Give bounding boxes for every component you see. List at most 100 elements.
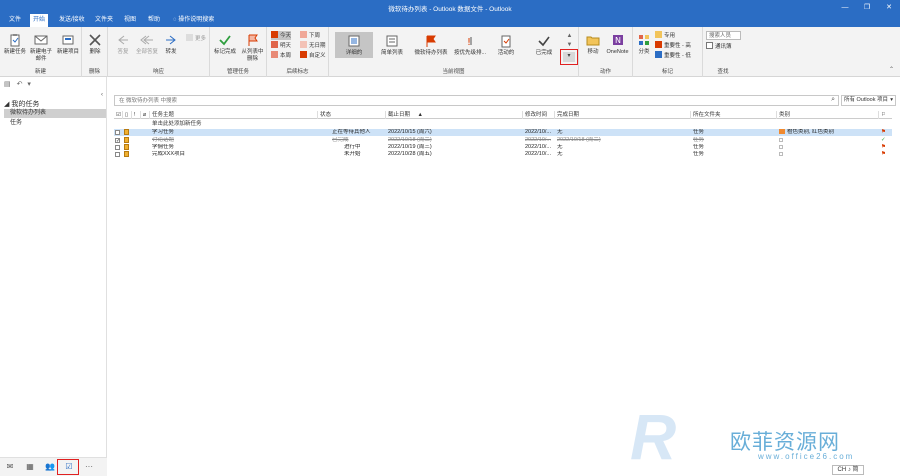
complete-checkbox[interactable]: ✓	[115, 138, 120, 144]
flag-next-week-button[interactable]: 下周	[300, 31, 320, 40]
tab-send-receive[interactable]: 发送/接收	[56, 14, 88, 27]
view-simple-list[interactable]: 简单列表	[375, 34, 409, 57]
new-items-icon	[62, 35, 74, 45]
customize-toolbar-icon[interactable]: ▾	[27, 81, 31, 88]
flag-icon[interactable]: ⚑	[881, 129, 891, 136]
complete-checkbox[interactable]	[115, 145, 120, 150]
ribbon: 新建任务 新建电子邮件 新建项目 新建 删除 删除 答复 全部答复 转发 更多 …	[0, 27, 900, 77]
column-attachment-icon[interactable]: ⌀	[141, 111, 150, 119]
highlight-box-tasks-icon	[57, 459, 79, 475]
tab-help[interactable]: 帮助	[145, 14, 163, 27]
search-input[interactable]	[119, 97, 819, 105]
nav-item-todo-list[interactable]: 微软待办列表	[4, 109, 106, 118]
tell-me-search[interactable]: ◌ 操作说明搜索	[170, 14, 217, 27]
undo-icon[interactable]: ↶	[17, 81, 23, 88]
private-button[interactable]: 专用	[655, 31, 675, 40]
search-icon[interactable]: ⌕	[831, 96, 835, 104]
column-subject[interactable]: 任务主题	[150, 111, 318, 119]
new-task-button[interactable]: 新建任务	[3, 33, 27, 56]
move-button[interactable]: 移动	[583, 33, 603, 56]
table-row[interactable]: 完成XXX项目 未开始 2022/10/28 (周五) 2022/10/... …	[114, 151, 892, 158]
flag-icon	[300, 41, 307, 48]
column-flag-icon[interactable]: ⚐	[879, 111, 891, 119]
categorize-button[interactable]: 分类	[636, 33, 652, 56]
column-status[interactable]: 状态	[318, 111, 386, 119]
add-task-row[interactable]: 单击此处添加新任务	[114, 120, 892, 128]
view-completed[interactable]: 已完成	[528, 34, 560, 57]
reply-all-icon	[140, 35, 153, 45]
tab-home[interactable]: 开始	[30, 14, 49, 28]
view-active[interactable]: 活动的	[490, 34, 522, 57]
calendar-icon[interactable]: ▦	[25, 462, 35, 472]
flag-tomorrow-button[interactable]: 明天	[271, 41, 291, 50]
more-icon	[186, 34, 193, 41]
forward-icon	[166, 35, 176, 45]
mail-icon[interactable]: ✉	[5, 462, 15, 472]
tab-folder[interactable]: 文件夹	[92, 14, 116, 27]
view-todo-list[interactable]: 微软待办列表	[411, 34, 451, 57]
complete-checkbox[interactable]	[115, 130, 120, 135]
search-scope-dropdown[interactable]: 所有 Outlook 项目 ▾	[841, 95, 896, 106]
search-people-input[interactable]: 搜索人员	[706, 31, 741, 40]
column-due-date[interactable]: 截止日期 ▲	[386, 111, 523, 119]
view-gallery-scroll-up[interactable]: ▲	[565, 33, 574, 41]
remove-from-list-button[interactable]: 从列表中删除	[239, 33, 266, 62]
tab-file[interactable]: 文件	[6, 14, 24, 27]
tab-view[interactable]: 视图	[121, 14, 139, 27]
restore-button[interactable]: ❐	[856, 0, 878, 14]
flag-icon[interactable]: ⚑	[881, 144, 891, 151]
importance-high-button[interactable]: 重要性 - 高	[655, 41, 691, 50]
collapse-ribbon-icon[interactable]: ⌃	[889, 66, 894, 73]
new-item-button[interactable]: 新建项目	[55, 33, 81, 56]
complete-checkbox[interactable]	[115, 152, 120, 157]
flag-no-date-button[interactable]: 无日期	[300, 41, 326, 50]
ribbon-group-actions: 移动 N OneNote 动作	[579, 27, 633, 77]
reply-button[interactable]: 答复	[112, 33, 134, 56]
table-row[interactable]: ✓ 讨论话题 已完成 2022/10/18 (周二) 2022/10/... 2…	[114, 137, 892, 144]
column-importance-icon[interactable]: !	[132, 111, 141, 119]
task-modified: 2022/10/...	[525, 129, 551, 135]
new-email-button[interactable]: 新建电子邮件	[28, 33, 54, 62]
task-modified: 2022/10/...	[525, 151, 551, 157]
table-row[interactable]: 学佣任务 进行中 2022/10/19 (周三) 2022/10/... 无 任…	[114, 144, 892, 151]
column-category[interactable]: 类别	[777, 111, 879, 119]
mark-complete-button[interactable]: 标记完成	[212, 33, 238, 56]
column-completed[interactable]: 完成日期	[555, 111, 691, 119]
column-modified[interactable]: 修改时间	[523, 111, 555, 119]
task-category	[779, 144, 877, 151]
people-icon[interactable]: 👥	[45, 462, 55, 472]
view-prioritized[interactable]: ! 按优先级排...	[452, 34, 488, 57]
onenote-button[interactable]: N OneNote	[604, 33, 631, 56]
task-category	[779, 137, 877, 144]
task-folder: 任务	[693, 129, 705, 135]
delete-x-icon	[89, 34, 101, 46]
flag-today-button[interactable]: 今天	[271, 31, 292, 40]
importance-low-button[interactable]: 重要性 - 低	[655, 51, 691, 60]
column-folder[interactable]: 所在文件夹	[691, 111, 777, 119]
task-category	[779, 151, 877, 158]
flag-icon[interactable]: ⚑	[881, 151, 891, 158]
reply-all-button[interactable]: 全部答复	[135, 33, 159, 56]
table-row[interactable]: 学习任务 正在等待其他人 2022/10/15 (周六) 2022/10/...…	[114, 129, 892, 136]
address-book-button[interactable]: 通讯簿	[706, 42, 732, 51]
collapse-pane-icon[interactable]: ‹	[101, 92, 103, 98]
nav-item-tasks[interactable]: 任务	[4, 119, 106, 128]
column-type-icon[interactable]: ▯	[123, 111, 132, 119]
forward-button[interactable]: 转发	[160, 33, 182, 56]
close-button[interactable]: ✕	[878, 0, 900, 14]
priority-icon: !	[467, 37, 472, 48]
column-complete-icon[interactable]: ☑	[114, 111, 123, 119]
more-apps-icon[interactable]: ···	[84, 462, 94, 472]
ime-indicator[interactable]: CH ♪ 简	[832, 465, 864, 475]
my-tasks-header[interactable]: ◢ 我的任务	[4, 99, 39, 109]
flag-custom-button[interactable]: 自定义	[300, 51, 326, 60]
more-button[interactable]: 更多	[186, 34, 206, 43]
folder-toggle-icon[interactable]: ▤	[4, 81, 11, 88]
minimize-button[interactable]: —	[834, 0, 856, 14]
view-detailed[interactable]: 详细的	[335, 32, 373, 58]
checkmark-icon[interactable]: ✓	[881, 137, 891, 144]
delete-button[interactable]: 删除	[85, 33, 105, 56]
chevron-down-icon: ▾	[890, 97, 893, 103]
task-completed: 2022/10/18 (周二)	[557, 137, 601, 143]
flag-this-week-button[interactable]: 本周	[271, 51, 291, 60]
